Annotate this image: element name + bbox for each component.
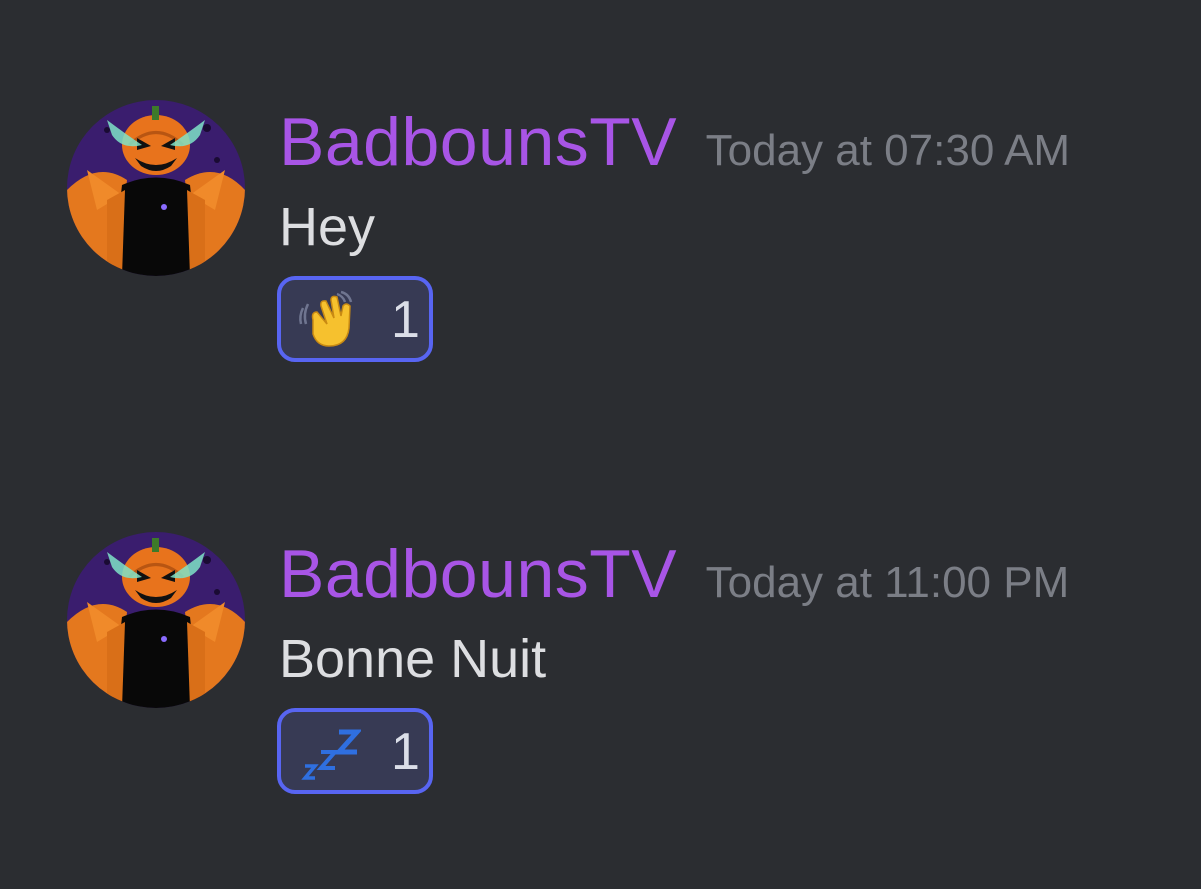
pumpkin-head-avatar-icon	[67, 100, 245, 276]
message-content: Hey	[279, 197, 376, 257]
username[interactable]: BadbounsTV	[279, 102, 677, 182]
message-header: BadbounsTV Today at 07:30 AM	[279, 102, 1070, 182]
reaction-button[interactable]: 1	[277, 276, 433, 362]
user-avatar[interactable]	[67, 532, 245, 708]
message-content: Bonne Nuit	[279, 629, 547, 689]
reaction-count: 1	[391, 291, 420, 349]
reaction-button[interactable]: 1	[277, 708, 433, 794]
message-timestamp: Today at 11:00 PM	[705, 558, 1070, 607]
user-avatar[interactable]	[67, 100, 245, 276]
chat-message: BadbounsTV Today at 07:30 AM Hey 1	[0, 100, 1201, 400]
message-timestamp: Today at 07:30 AM	[705, 126, 1071, 175]
zzz-sleeping-icon	[297, 722, 363, 782]
chat-message: BadbounsTV Today at 11:00 PM Bonne Nuit …	[0, 532, 1201, 832]
username[interactable]: BadbounsTV	[279, 534, 677, 614]
reaction-count: 1	[391, 723, 420, 781]
waving-hand-icon	[297, 290, 361, 350]
pumpkin-head-avatar-icon	[67, 532, 245, 708]
message-header: BadbounsTV Today at 11:00 PM	[279, 534, 1069, 614]
chat-message-list: BadbounsTV Today at 07:30 AM Hey 1 Badbo…	[0, 0, 1201, 889]
